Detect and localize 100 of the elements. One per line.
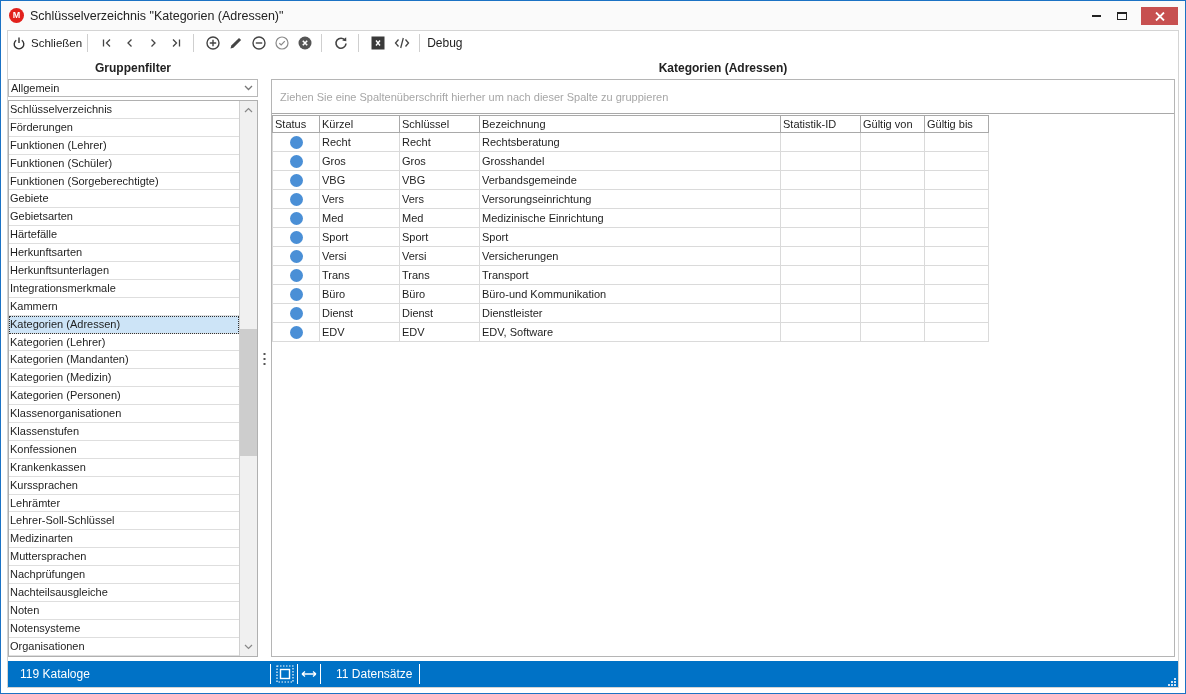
table-cell [861,323,925,342]
list-item[interactable]: Förderungen [9,118,239,137]
list-item[interactable]: Funktionen (Sorgeberechtigte) [9,172,239,191]
add-circle-icon[interactable] [205,36,220,50]
check-circle-icon[interactable] [274,36,289,50]
list-item[interactable]: Funktionen (Lehrer) [9,136,239,155]
status-text: 119 Kataloge [20,667,90,681]
selection-frame-icon[interactable] [276,665,294,683]
app-logo: M [9,8,24,23]
table-cell: Trans [400,266,480,285]
column-header[interactable]: Kürzel [320,115,400,133]
list-item[interactable]: Lehrer-Soll-Schlüssel [9,512,239,531]
list-item[interactable]: Notensysteme [9,619,239,638]
scroll-down-icon[interactable] [244,644,253,650]
table-cell: Versicherungen [480,247,781,266]
table-cell: Med [400,209,480,228]
column-header[interactable]: Schlüssel [400,115,480,133]
table-cell: Sport [480,228,781,247]
list-item[interactable]: Nachteilsausgleiche [9,584,239,602]
list-item[interactable]: Medizinarten [9,530,239,549]
table-cell [861,152,925,171]
table-cell: Med [320,209,400,228]
table-cell [861,171,925,190]
table-cell: EDV [400,323,480,342]
list-item[interactable]: Härtefälle [9,226,239,245]
table-cell: Medizinische Einrichtung [480,209,781,228]
table-cell: Dienstleister [480,304,781,323]
list-item[interactable]: Nachprüfungen [9,566,239,585]
list-item[interactable]: Klassenorganisationen [9,405,239,424]
list-item[interactable]: Kurssprachen [9,476,239,495]
column-header[interactable]: Gültig bis [925,115,989,133]
table-cell: Vers [320,190,400,209]
table-cell [861,228,925,247]
column-header[interactable]: Status [272,115,320,133]
list-item[interactable]: Klassenstufen [9,423,239,441]
table-cell [861,133,925,152]
scrollbar[interactable] [240,101,257,656]
cancel-circle-icon[interactable] [297,36,312,50]
table-cell [925,152,989,171]
list-item[interactable]: Kategorien (Medizin) [9,369,239,388]
table-cell: EDV [320,323,400,342]
refresh-icon[interactable] [334,36,349,50]
table-cell: Transport [480,266,781,285]
list-item[interactable]: Konfessionen [9,440,239,459]
column-header[interactable]: Bezeichnung [480,115,781,133]
list-item[interactable]: Lehrämter [9,494,239,513]
close-window-button[interactable] [1141,7,1178,25]
list-item[interactable]: Integrationsmerkmale [9,279,239,298]
list-item[interactable]: Muttersprachen [9,548,239,567]
resize-grip-icon[interactable] [1168,678,1176,686]
code-icon[interactable] [393,36,410,50]
list-item[interactable]: Herkunftsunterlagen [9,262,239,280]
table-cell: Recht [400,133,480,152]
close-icon [1154,11,1165,21]
table-cell: EDV, Software [480,323,781,342]
list-item[interactable]: Kategorien (Mandanten) [9,351,239,370]
table-cell: Versi [320,247,400,266]
table-cell [925,247,989,266]
pencil-icon[interactable] [228,36,243,50]
grip-icon[interactable] [263,353,266,365]
table-cell: Dienst [320,304,400,323]
table-cell [925,285,989,304]
scrollbar-thumb[interactable] [240,329,257,456]
list-item[interactable]: Noten [9,601,239,620]
group-filter-dropdown[interactable]: Allgemein [8,79,258,97]
list-item[interactable]: Schlüsselverzeichnis [9,101,239,119]
list-item[interactable]: Gebiete [9,190,239,209]
table-cell [925,228,989,247]
close-button[interactable]: Schließen [13,36,83,50]
scroll-up-icon[interactable] [244,107,253,113]
table-cell [861,190,925,209]
table-cell [925,323,989,342]
column-header[interactable]: Statistik-ID [781,115,861,133]
maximize-icon [1117,12,1127,20]
list-item[interactable]: Krankenkassen [9,458,239,477]
table-cell: Sport [400,228,480,247]
table-cell: Sport [320,228,400,247]
list-item[interactable]: Funktionen (Schüler) [9,154,239,173]
table-cell: Versi [400,247,480,266]
list-item[interactable]: Kammern [9,297,239,316]
list-item[interactable]: Kategorien (Lehrer) [9,333,239,352]
table-cell [861,209,925,228]
table-cell [861,304,925,323]
table-cell: Rechtsberatung [480,133,781,152]
x-square-icon[interactable] [370,36,385,50]
window-title: Schlüsselverzeichnis "Kategorien (Adressen)" [30,8,284,23]
chevron-down-icon [244,85,253,91]
minus-circle-icon[interactable] [251,36,266,50]
list-item[interactable]: Herkunftsarten [9,244,239,262]
table-cell: Verbandsgemeinde [480,171,781,190]
status-text: 11 Datensätze [336,667,413,681]
column-header[interactable]: Gültig von [861,115,925,133]
list-item[interactable]: Kategorien (Personen) [9,387,239,406]
list-item[interactable]: Gebietsarten [9,208,239,227]
debug-button[interactable]: Debug [427,36,463,50]
table-cell: Versorungseinrichtung [480,190,781,209]
list-item[interactable]: Organisationen [9,637,239,656]
table-cell: VBG [400,171,480,190]
table-cell: Recht [320,133,400,152]
table-cell [925,266,989,285]
